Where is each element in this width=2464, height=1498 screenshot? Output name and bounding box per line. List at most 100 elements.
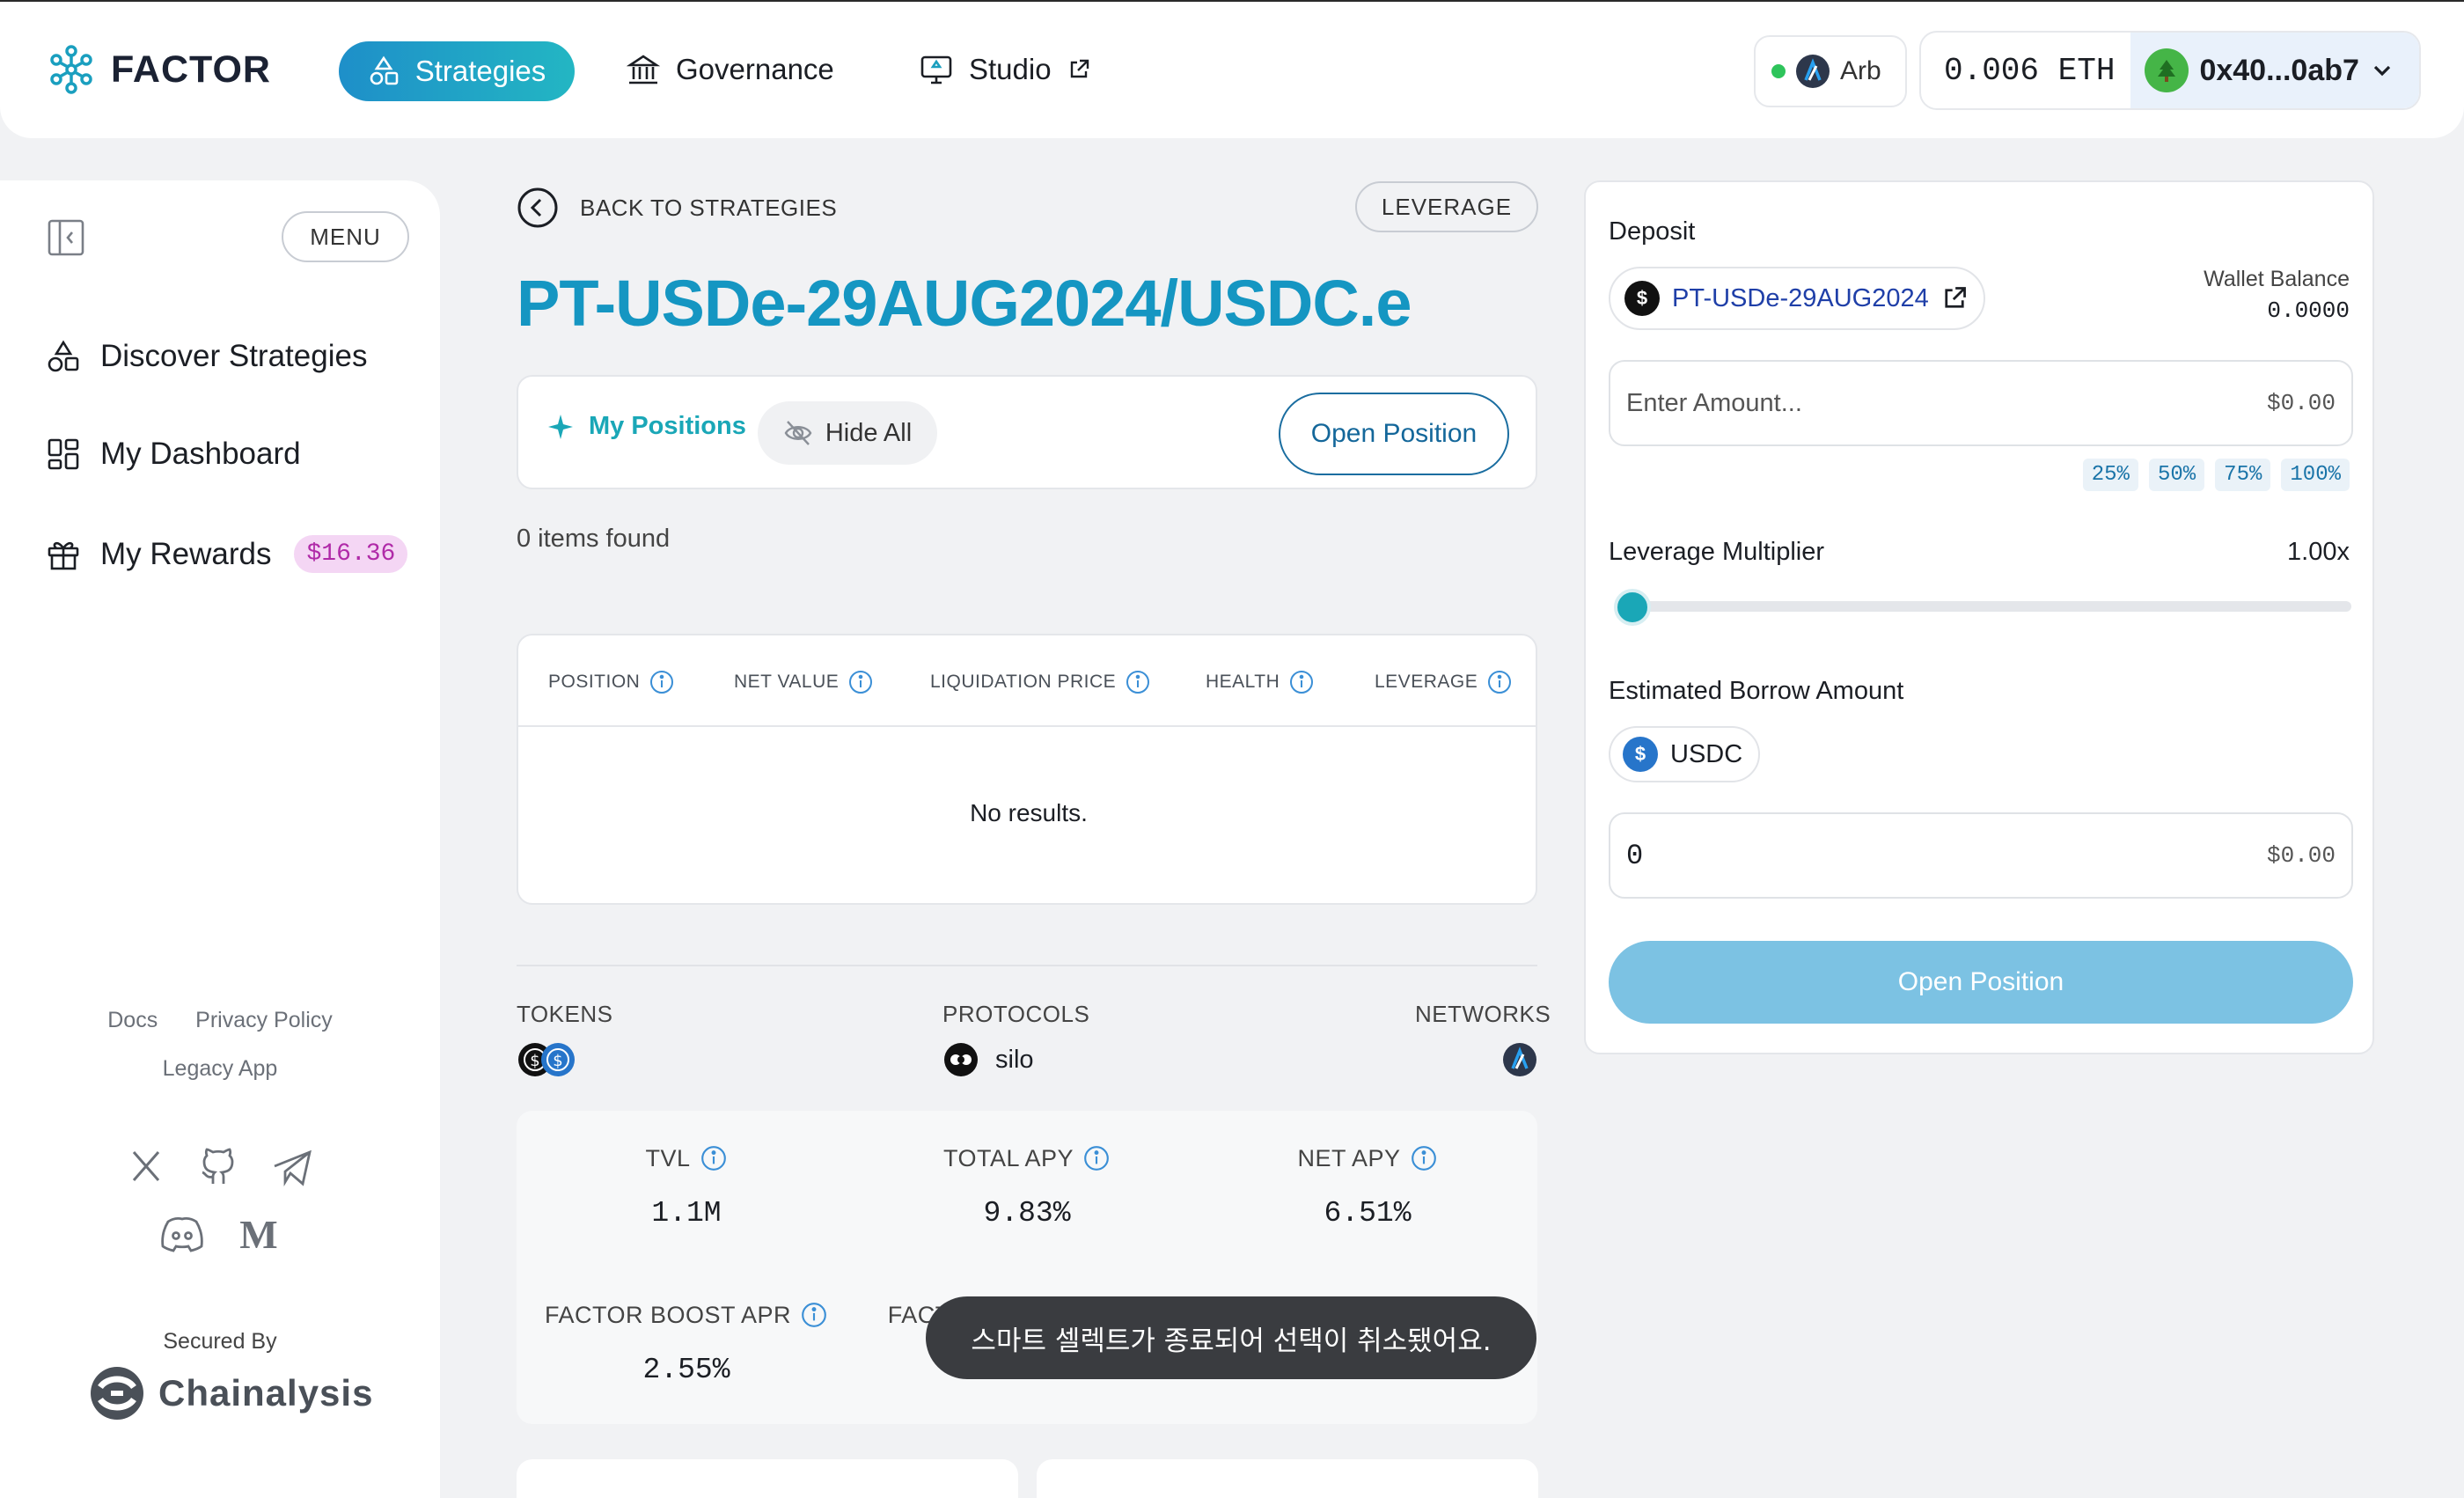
- protocols-label: PROTOCOLS: [942, 1001, 1090, 1027]
- deposit-token-name: PT-USDe-29AUG2024: [1672, 283, 1929, 312]
- usdc-token-icon: $: [1623, 737, 1658, 772]
- legacy-app-link[interactable]: Legacy App: [163, 1056, 278, 1081]
- info-icon[interactable]: [649, 669, 675, 695]
- positions-toolbar: My Positions Hide All Open Position: [517, 375, 1537, 489]
- column-header-label: LIQUIDATION PRICE: [930, 672, 1117, 692]
- chainalysis-name: Chainalysis: [158, 1372, 374, 1414]
- lower-card-left: [517, 1459, 1018, 1498]
- nav-strategies-label: Strategies: [414, 55, 546, 87]
- usdc-token-icon[interactable]: $: [539, 1041, 576, 1078]
- wallet-address-box[interactable]: 0x40...0ab7: [2130, 33, 2419, 108]
- sidebar-item-label: Discover Strategies: [100, 339, 368, 373]
- docs-link[interactable]: Docs: [107, 1008, 158, 1032]
- github-icon[interactable]: [197, 1147, 239, 1189]
- sidebar-item-my-dashboard[interactable]: My Dashboard: [46, 437, 301, 472]
- percent-25-button[interactable]: 25%: [2082, 459, 2138, 491]
- borrow-usd-value: $0.00: [2266, 842, 2336, 869]
- info-icon[interactable]: [1082, 1144, 1111, 1172]
- borrow-token-chip: $ USDC: [1609, 726, 1761, 782]
- stat-tvl: TVL 1.1M: [517, 1144, 856, 1230]
- stat-value: 9.83%: [983, 1197, 1071, 1230]
- eth-balance: 0.006 ETH: [1944, 52, 2116, 89]
- deposit-title: Deposit: [1609, 217, 1696, 246]
- footer-links-row: Docs Privacy Policy: [0, 1008, 440, 1033]
- stat-label: TOTAL APY: [942, 1144, 1074, 1171]
- factor-logo[interactable]: FACTOR: [44, 40, 271, 99]
- tree-icon: [2158, 60, 2176, 82]
- column-header-position[interactable]: POSITION: [548, 669, 675, 695]
- borrow-amount-value: 0: [1626, 839, 1644, 872]
- networks-label: NETWORKS: [1415, 1001, 1551, 1027]
- hide-all-label: Hide All: [825, 418, 913, 447]
- chainalysis-logo[interactable]: Chainalysis: [88, 1364, 373, 1422]
- info-icon[interactable]: [1486, 669, 1513, 695]
- percent-100-button[interactable]: 100%: [2281, 459, 2350, 491]
- social-links-row-2: M: [0, 1215, 440, 1253]
- percent-50-button[interactable]: 50%: [2148, 459, 2205, 491]
- column-header-label: HEALTH: [1206, 672, 1280, 692]
- column-header-label: POSITION: [548, 672, 641, 692]
- footer-links-row-2: Legacy App: [0, 1056, 440, 1082]
- info-icon[interactable]: [1125, 669, 1151, 695]
- info-icon[interactable]: [847, 669, 874, 695]
- network-selector[interactable]: Arb: [1754, 35, 1907, 107]
- telegram-icon[interactable]: [271, 1147, 313, 1189]
- info-icon[interactable]: [1288, 669, 1315, 695]
- info-icon[interactable]: [1410, 1144, 1438, 1172]
- protocol-name: silo: [995, 1045, 1034, 1074]
- nav-governance[interactable]: Governance: [627, 53, 834, 86]
- amount-input-field[interactable]: $0.00: [1609, 360, 2353, 446]
- arbitrum-icon[interactable]: [1501, 1041, 1538, 1078]
- column-header-liquidation-price[interactable]: LIQUIDATION PRICE: [930, 669, 1151, 695]
- column-header-health[interactable]: HEALTH: [1206, 669, 1315, 695]
- info-icon[interactable]: [700, 1144, 728, 1172]
- svg-text:$: $: [553, 1052, 562, 1070]
- medium-icon[interactable]: M: [237, 1215, 281, 1253]
- eye-off-icon: [784, 421, 812, 445]
- sidebar-item-discover-strategies[interactable]: Discover Strategies: [46, 339, 367, 374]
- social-links-row: [0, 1147, 440, 1189]
- rewards-badge: $16.36: [294, 535, 408, 573]
- nav-studio-label: Studio: [969, 53, 1052, 85]
- privacy-policy-link[interactable]: Privacy Policy: [195, 1008, 333, 1032]
- avatar: [2145, 48, 2189, 92]
- hide-all-button[interactable]: Hide All: [758, 401, 937, 465]
- open-position-outline-button[interactable]: Open Position: [1279, 393, 1509, 475]
- top-navigation-bar: FACTOR Strategies Governance Studio Arb …: [0, 0, 2464, 138]
- stat-value: 1.1M: [651, 1197, 722, 1230]
- x-icon[interactable]: [127, 1147, 165, 1186]
- gift-icon: [48, 541, 79, 569]
- back-to-strategies-link[interactable]: BACK TO STRATEGIES: [517, 187, 837, 229]
- monitor-icon: [920, 55, 952, 84]
- tab-my-positions[interactable]: My Positions: [546, 412, 746, 441]
- external-link-icon[interactable]: [1941, 285, 1968, 312]
- discord-icon[interactable]: [159, 1215, 205, 1253]
- info-icon[interactable]: [800, 1301, 828, 1329]
- wallet-button[interactable]: 0.006 ETH 0x40...0ab7: [1919, 31, 2421, 110]
- connected-status-dot: [1771, 64, 1786, 78]
- amount-input[interactable]: [1626, 388, 2154, 418]
- nav-strategies[interactable]: Strategies: [339, 41, 575, 101]
- tokens-label: TOKENS: [517, 1001, 613, 1027]
- strategy-type-tag: LEVERAGE: [1355, 181, 1538, 232]
- open-position-submit-button[interactable]: Open Position: [1609, 941, 2353, 1024]
- leverage-slider-track[interactable]: [1630, 601, 2351, 612]
- protocol-silo[interactable]: silo: [942, 1041, 1034, 1078]
- sidebar-item-my-rewards[interactable]: My Rewards $16.36: [46, 535, 408, 573]
- nav-studio[interactable]: Studio: [920, 53, 1090, 86]
- percent-75-button[interactable]: 75%: [2215, 459, 2271, 491]
- arbitrum-icon: [1796, 55, 1830, 88]
- brand-name: FACTOR: [111, 48, 271, 91]
- nav-governance-label: Governance: [676, 53, 834, 85]
- column-header-net-value[interactable]: NET VALUE: [734, 669, 874, 695]
- leverage-slider-handle[interactable]: [1614, 589, 1651, 626]
- dashboard-grid-icon: [48, 438, 79, 470]
- column-header-leverage[interactable]: LEVERAGE: [1375, 669, 1513, 695]
- collapse-sidebar-icon[interactable]: [46, 217, 86, 258]
- empty-state-message: No results.: [970, 799, 1088, 826]
- stat-value: 6.51%: [1324, 1197, 1412, 1230]
- borrow-amount-field: 0 $0.00: [1609, 812, 2353, 899]
- deposit-token-selector[interactable]: $ PT-USDe-29AUG2024: [1609, 267, 1985, 330]
- stat-label: TVL: [645, 1144, 691, 1171]
- menu-button[interactable]: MENU: [282, 211, 409, 262]
